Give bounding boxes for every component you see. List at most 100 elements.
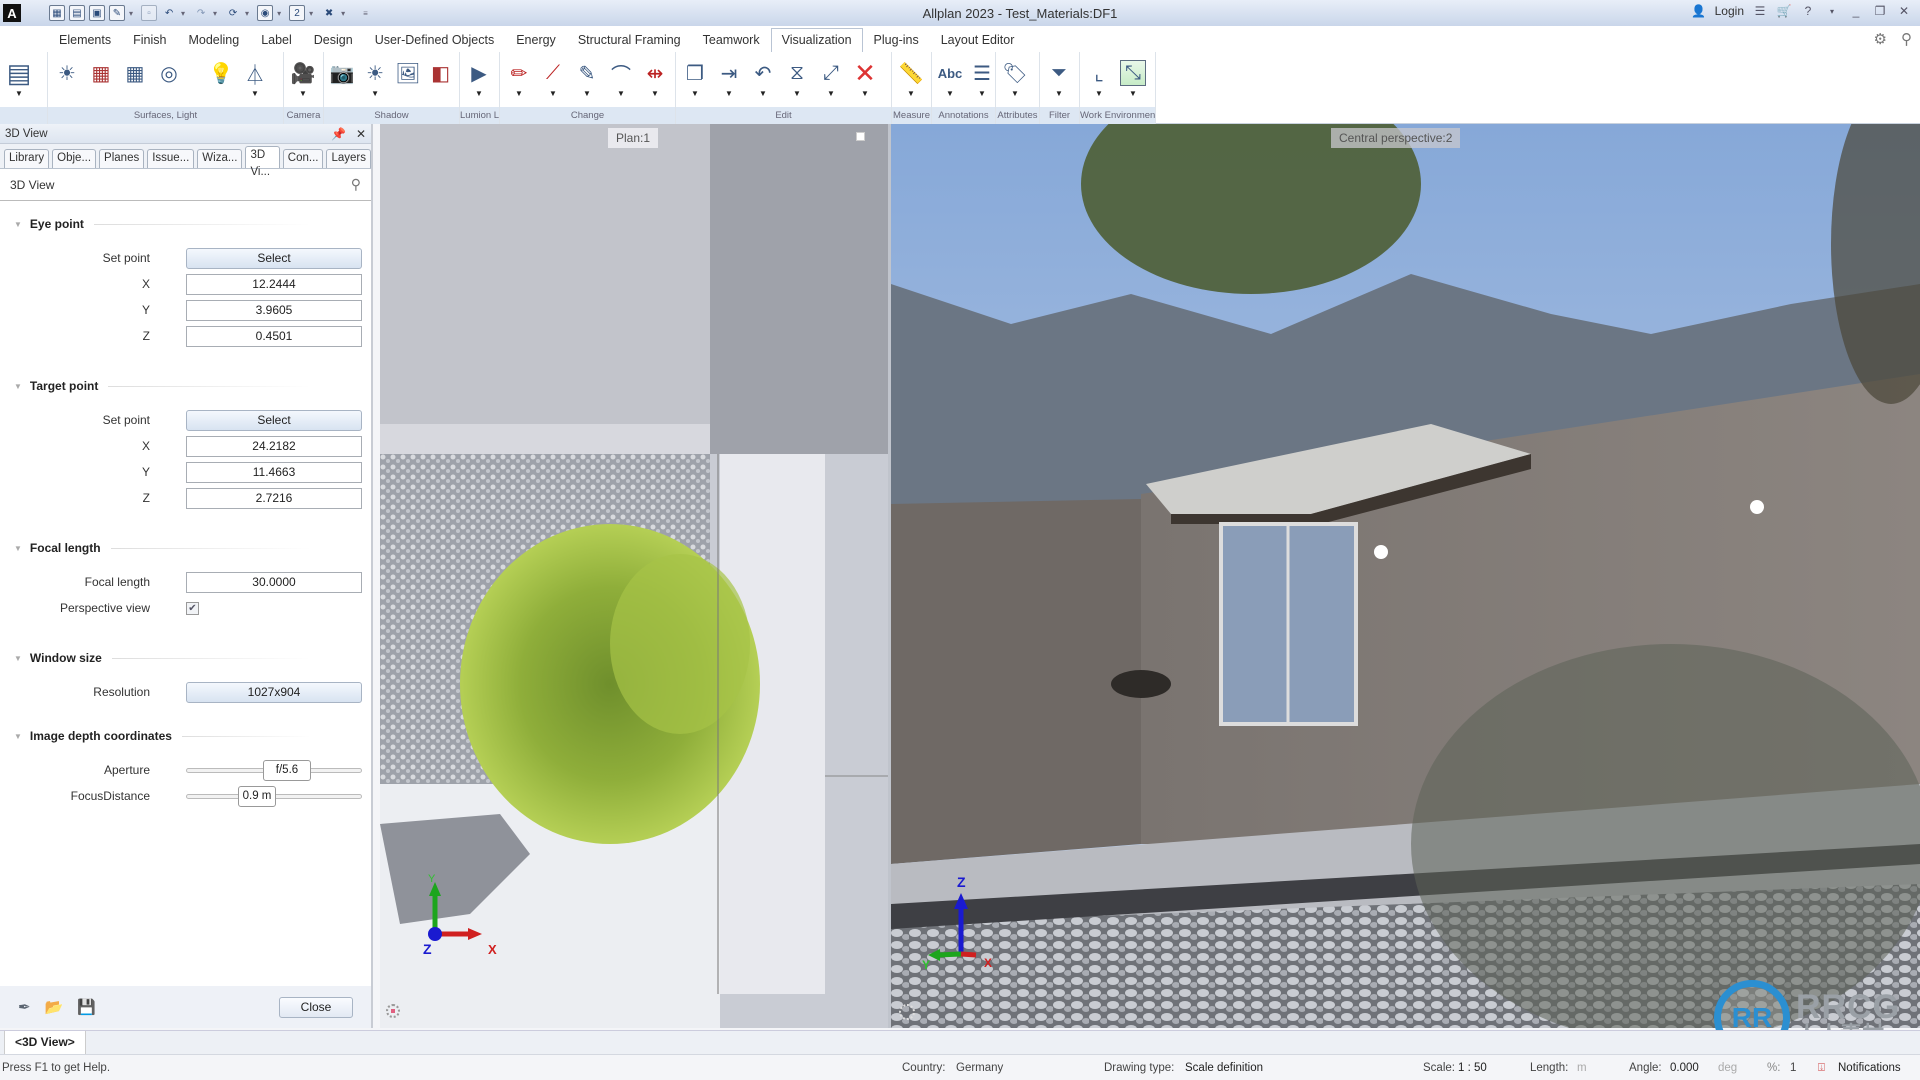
pin-icon[interactable]: 📌 <box>331 127 346 141</box>
app-logo[interactable]: A <box>3 4 21 22</box>
viewport-maximize-icon[interactable] <box>856 132 865 141</box>
palette-tab-planes[interactable]: Planes <box>99 149 145 168</box>
status-length-unit[interactable]: m <box>1577 1062 1587 1074</box>
palette-tab-3d-view[interactable]: 3D Vi... <box>245 146 280 178</box>
modify-icon[interactable]: ⟋ ▼ <box>539 60 567 99</box>
redo-icon[interactable]: ↷ <box>193 5 209 21</box>
tab-label[interactable]: Label <box>250 28 303 52</box>
palette-close-icon[interactable]: ✕ <box>356 127 366 141</box>
target-x-input[interactable]: 24.2182 <box>186 435 362 457</box>
surface-select-icon[interactable]: ▦ <box>87 60 115 99</box>
surface-settings-icon[interactable]: ▦ <box>121 60 149 99</box>
tab-teamwork[interactable]: Teamwork <box>692 28 771 52</box>
navigation-icon[interactable] <box>899 1004 915 1020</box>
tab-design[interactable]: Design <box>303 28 364 52</box>
tab-elements[interactable]: Elements <box>48 28 122 52</box>
view-icon[interactable]: ◉ <box>257 5 274 21</box>
status-drawing-type[interactable]: Scale definition <box>1185 1062 1263 1074</box>
perspective-view-checkbox[interactable]: ✔ <box>186 601 199 615</box>
edit-element-icon[interactable]: ✎ ▼ <box>573 60 601 99</box>
close-button[interactable]: Close <box>279 997 353 1018</box>
target-select-button[interactable]: Select <box>186 409 362 431</box>
focus-distance-slider[interactable]: 0.9 m <box>186 785 362 807</box>
perspective-viewport[interactable]: Central perspective:2 Z Y X <box>891 124 1920 1028</box>
plan-viewport[interactable]: Plan:1 Y Z X <box>380 124 888 1028</box>
tab-user-defined-objects[interactable]: User-Defined Objects <box>364 28 506 52</box>
eye-x-input[interactable]: 12.2444 <box>186 273 362 295</box>
search-icon[interactable]: ⚲ <box>351 176 361 193</box>
status-scale[interactable]: 1 : 50 <box>1458 1062 1487 1074</box>
search-icon[interactable]: ⚲ <box>1901 30 1912 48</box>
palette-tab-layers[interactable]: Layers <box>326 149 371 168</box>
image-icon[interactable]: 🖼 <box>395 60 422 99</box>
play-icon[interactable]: ▶ ▼ <box>465 60 493 99</box>
window-size-header[interactable]: ▼ Window size <box>0 643 371 673</box>
status-angle[interactable]: 0.000 <box>1670 1062 1699 1074</box>
tab-visualization[interactable]: Visualization <box>770 28 863 52</box>
customize-qat-icon[interactable]: ≡ <box>363 9 368 18</box>
target-point-header[interactable]: ▼ Target point <box>0 371 371 401</box>
eye-point-header[interactable]: ▼ Eye point <box>0 209 371 239</box>
render-settings-icon[interactable]: 📷 <box>329 60 356 99</box>
text-icon[interactable]: Abc ▼ <box>937 60 963 99</box>
settings-icon[interactable]: ⚙ <box>1874 30 1887 48</box>
doc-tab-3d-view[interactable]: <3D View> <box>4 1031 86 1055</box>
project-icon[interactable]: ▦ <box>49 5 65 21</box>
bulb-settings-icon[interactable]: 💡 <box>207 60 235 99</box>
tab-layout-editor[interactable]: Layout Editor <box>930 28 1026 52</box>
tab-structural-framing[interactable]: Structural Framing <box>567 28 692 52</box>
move-icon[interactable]: ⇥ ▼ <box>715 60 743 99</box>
server-icon[interactable]: ☰ <box>1752 3 1768 19</box>
focus-distance-slider-thumb[interactable]: 0.9 m <box>238 785 276 807</box>
stretch-icon[interactable]: ⇹ ▼ <box>641 60 669 99</box>
login-link[interactable]: Login <box>1715 4 1744 18</box>
target-z-input[interactable]: 2.7216 <box>186 487 362 509</box>
curve-icon[interactable]: ⌒ ▼ <box>607 60 635 99</box>
status-country[interactable]: Germany <box>956 1062 1003 1074</box>
palette-tab-connect[interactable]: Con... <box>282 149 324 168</box>
navigation-icon[interactable] <box>386 1004 400 1018</box>
notifications-icon[interactable]: ⍗ <box>1818 1062 1825 1075</box>
status-percent[interactable]: 1 <box>1790 1062 1796 1074</box>
minimize-button[interactable]: _ <box>1848 3 1864 19</box>
aperture-slider-thumb[interactable]: f/5.6 <box>263 759 311 781</box>
cart-icon[interactable]: 🛒 <box>1776 3 1792 19</box>
aperture-slider[interactable]: f/5.6 <box>186 759 362 781</box>
tab-finish[interactable]: Finish <box>122 28 177 52</box>
tab-modeling[interactable]: Modeling <box>177 28 250 52</box>
undo-icon[interactable]: ↶ <box>161 5 177 21</box>
eyedropper-icon[interactable]: ✒ <box>18 998 31 1016</box>
focal-length-input[interactable]: 30.0000 <box>186 571 362 593</box>
camera-settings-icon[interactable]: 🎥 ▼ <box>289 60 317 99</box>
save-favorite-icon[interactable]: 💾 <box>77 998 96 1016</box>
lamp-icon[interactable]: ⏃ ▼ <box>241 60 269 99</box>
filter-icon[interactable]: ⏷ ▼ <box>1045 60 1073 99</box>
scale-icon[interactable]: ⤢ ▼ <box>817 60 845 99</box>
rotate-icon[interactable]: ↶ ▼ <box>749 60 777 99</box>
pencil-icon[interactable]: ✏ ▼ <box>505 60 533 99</box>
image-depth-header[interactable]: ▼ Image depth coordinates <box>0 721 371 751</box>
workspace-icon[interactable]: ⌞ ▼ <box>1085 60 1113 99</box>
palette-tab-objects[interactable]: Obje... <box>52 149 97 168</box>
light-surface-icon[interactable]: ☀ <box>53 60 81 99</box>
mirror-icon[interactable]: ⧖ ▼ <box>783 60 811 99</box>
palette-tab-library[interactable]: Library <box>4 149 50 168</box>
copy-icon[interactable]: ❐ ▼ <box>681 60 709 99</box>
target-y-input[interactable]: 11.4663 <box>186 461 362 483</box>
select-arrow-icon[interactable]: ⤡ ▼ <box>1119 60 1147 99</box>
eye-y-input[interactable]: 3.9605 <box>186 299 362 321</box>
status-angle-unit[interactable]: deg <box>1718 1062 1737 1074</box>
tools-icon[interactable]: ✖ <box>321 5 337 21</box>
tab-plug-ins[interactable]: Plug-ins <box>863 28 930 52</box>
sphere-icon[interactable]: ◎ <box>155 60 183 99</box>
palette-tab-wizards[interactable]: Wiza... <box>197 149 243 168</box>
eye-z-input[interactable]: 0.4501 <box>186 325 362 347</box>
palette-tab-issues[interactable]: Issue... <box>147 149 195 168</box>
refresh-icon[interactable]: ⟳ <box>225 5 241 21</box>
ruler-icon[interactable]: 📏 ▼ <box>897 60 925 99</box>
open-favorite-icon[interactable]: 📂 <box>45 998 64 1016</box>
clip-icon[interactable]: ▫ <box>141 5 158 21</box>
focal-length-header[interactable]: ▼ Focal length <box>0 533 371 563</box>
sun-icon[interactable]: ☀ ▼ <box>362 60 389 99</box>
tab-energy[interactable]: Energy <box>505 28 567 52</box>
